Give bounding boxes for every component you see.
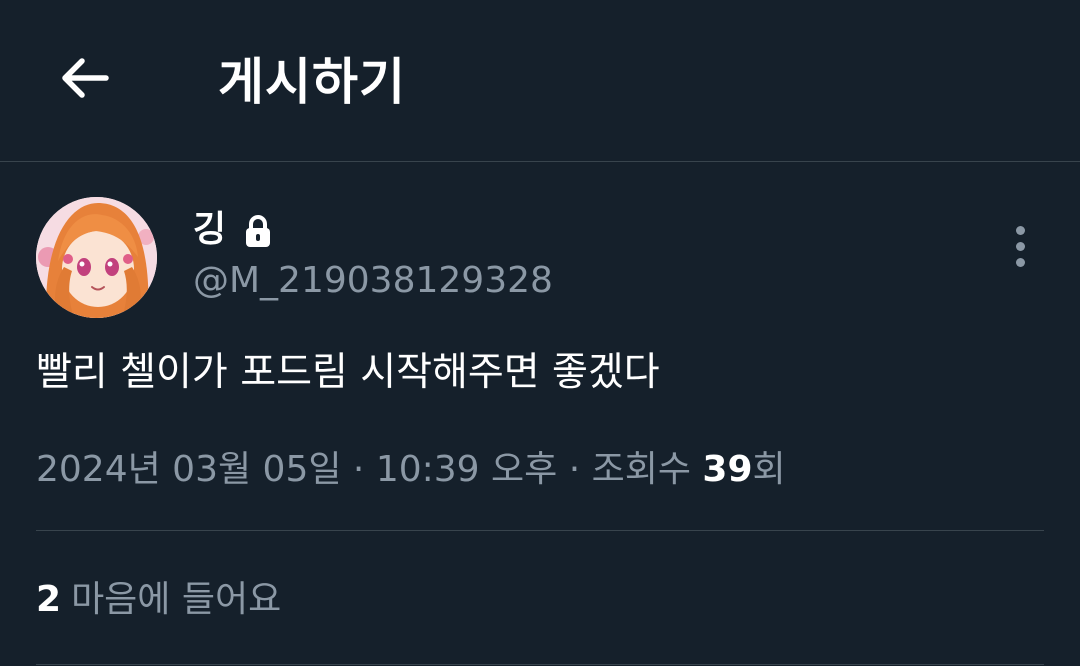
divider [36,530,1044,531]
tweet-text: 빨리 첼이가 포드림 시작해주면 좋겠다 [36,350,660,395]
more-vertical-icon-dot [1015,241,1025,251]
avatar-image [36,197,157,318]
likes-count: 2 [36,579,62,620]
tweet-meta: 2024년 03월 05일 · 10:39 오후 · 조회수 39회 [36,445,786,495]
back-button[interactable] [52,50,116,106]
tweet-time[interactable]: 10:39 오후 [376,449,557,490]
views-count: 39 [702,449,753,490]
display-name[interactable]: 깅 [193,206,226,254]
more-vertical-icon-dot [1015,257,1025,267]
more-options-button[interactable] [1000,222,1040,270]
tweet-date[interactable]: 2024년 03월 05일 [36,449,341,490]
page-title: 게시하기 [218,53,406,111]
top-bar: 게시하기 [0,0,1080,162]
views-label: 조회수 [591,449,703,490]
meta-separator: · [341,449,376,490]
lock-icon [246,215,270,247]
likes-stat[interactable]: 2 마음에 들어요 [36,575,281,625]
more-vertical-icon [1015,225,1025,235]
meta-separator: · [557,449,592,490]
divider [36,664,1044,665]
user-handle[interactable]: @M_219038129328 [193,257,553,305]
arrow-left-icon [62,58,109,98]
likes-label: 마음에 들어요 [71,579,282,620]
views-suffix: 회 [752,449,786,490]
avatar[interactable] [36,197,157,318]
